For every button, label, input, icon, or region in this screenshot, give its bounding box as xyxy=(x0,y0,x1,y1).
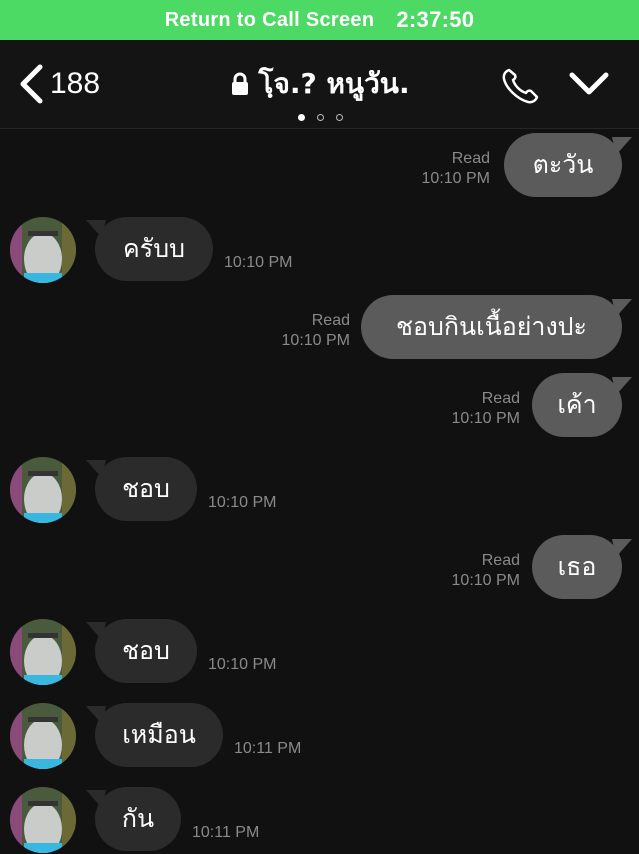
bubble-tail xyxy=(612,539,632,557)
message-time: 10:10 PM xyxy=(208,494,277,511)
message-text: เค้า xyxy=(557,390,597,419)
lock-icon xyxy=(232,72,249,95)
chevron-down-icon xyxy=(569,72,609,95)
bubble-tail xyxy=(86,622,106,640)
incoming-message-bubble[interactable]: ชอบ xyxy=(95,619,197,683)
bubble-tail xyxy=(86,790,106,808)
message-text: กัน xyxy=(121,804,155,833)
incoming-message-bubble[interactable]: กัน xyxy=(95,787,181,851)
unread-count: 188 xyxy=(50,67,101,100)
read-receipt: Read xyxy=(311,312,350,329)
message-meta: Read 10:10 PM xyxy=(238,311,350,351)
bubble-tail xyxy=(86,220,106,238)
message-list[interactable]: Read 10:10 PM ตะวัน ครับบ 10:10 PM Read … xyxy=(0,129,639,854)
message-text: เหมือน xyxy=(122,720,196,749)
outgoing-message-bubble[interactable]: เธอ xyxy=(532,535,622,599)
back-button[interactable]: 188 xyxy=(18,64,100,104)
message-time: 10:10 PM xyxy=(208,656,277,673)
bubble-tail xyxy=(86,706,106,724)
message-time: 10:10 PM xyxy=(281,332,350,349)
message-meta: 10:10 PM xyxy=(208,493,318,513)
message-meta: Read 10:10 PM xyxy=(380,149,490,189)
page-indicator xyxy=(160,114,480,121)
incoming-message-bubble[interactable]: ชอบ xyxy=(95,457,197,521)
contact-avatar[interactable] xyxy=(10,703,76,769)
message-time: 10:10 PM xyxy=(421,170,490,187)
message-meta: 10:11 PM xyxy=(234,739,344,759)
contact-avatar[interactable] xyxy=(10,619,76,685)
chat-title-area[interactable]: โฺจ.? หนูวัน. xyxy=(160,62,480,121)
contact-avatar[interactable] xyxy=(10,217,76,283)
message-time: 10:10 PM xyxy=(451,572,520,589)
chat-title: โฺจ.? หนูวัน. xyxy=(258,67,410,100)
message-meta: 10:10 PM xyxy=(208,655,318,675)
call-timer: 2:37:50 xyxy=(396,7,475,32)
voice-call-button[interactable] xyxy=(500,66,542,110)
message-time: 10:10 PM xyxy=(224,254,293,271)
read-receipt: Read xyxy=(481,390,520,407)
incoming-message-bubble[interactable]: เหมือน xyxy=(95,703,223,767)
page-dot xyxy=(335,114,343,121)
contact-avatar[interactable] xyxy=(10,787,76,853)
incoming-message-bubble[interactable]: ครับบ xyxy=(95,217,213,281)
message-meta: Read 10:10 PM xyxy=(408,551,520,591)
message-time: 10:10 PM xyxy=(451,410,520,427)
message-meta: 10:11 PM xyxy=(192,823,302,843)
bubble-tail xyxy=(86,460,106,478)
message-meta: Read 10:10 PM xyxy=(408,389,520,429)
message-text: ตะวัน xyxy=(532,150,594,179)
return-to-call-label: Return to Call Screen xyxy=(164,8,375,31)
outgoing-message-bubble[interactable]: เค้า xyxy=(532,373,622,437)
outgoing-message-bubble[interactable]: ชอบกินเนื้อย่างปะ xyxy=(361,295,622,359)
message-text: ชอบกินเนื้อย่างปะ xyxy=(396,312,587,341)
phone-icon xyxy=(502,68,539,104)
message-text: ชอบ xyxy=(122,474,170,503)
bubble-tail xyxy=(612,377,632,395)
page-dot xyxy=(297,114,305,121)
message-time: 10:11 PM xyxy=(234,740,302,757)
chat-header: 188 โฺจ.? หนูวัน. xyxy=(0,40,639,129)
read-receipt: Read xyxy=(451,150,490,167)
bubble-tail xyxy=(612,299,632,317)
read-receipt: Read xyxy=(481,552,520,569)
contact-avatar[interactable] xyxy=(10,457,76,523)
message-text: เธอ xyxy=(557,552,597,581)
return-to-call-banner[interactable]: Return to Call Screen 2:37:50 xyxy=(0,0,639,40)
message-text: ชอบ xyxy=(122,636,170,665)
bubble-tail xyxy=(612,137,632,155)
outgoing-message-bubble[interactable]: ตะวัน xyxy=(504,133,622,197)
chat-menu-button[interactable] xyxy=(568,70,610,102)
message-text: ครับบ xyxy=(123,234,185,263)
page-dot xyxy=(316,114,324,121)
chevron-left-icon xyxy=(20,64,43,104)
message-time: 10:11 PM xyxy=(192,824,260,841)
message-meta: 10:10 PM xyxy=(224,253,334,273)
